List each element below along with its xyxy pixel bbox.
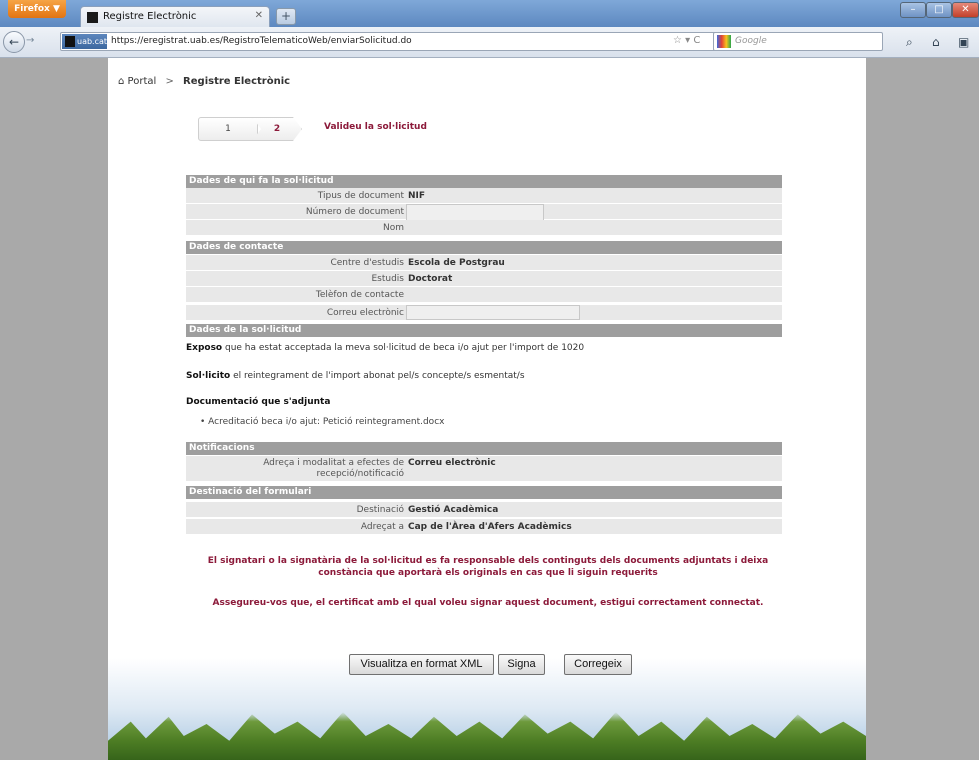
responsibility-warning: El signatari o la signatària de la sol·l… [168,555,808,579]
tab-title: Registre Electrònic [103,11,197,22]
value-centre-estudis: Escola de Postgrau [408,258,505,268]
bookmark-star-icon[interactable]: ☆ ▾ C [673,35,700,46]
label-destinacio: Destinació [356,505,404,515]
documentacio-title: Documentació que s'adjunta [186,397,331,407]
label-telefon: Telèfon de contacte [315,290,404,300]
section-header-destinacio: Destinació del formulari [186,486,782,499]
forward-arrow-icon[interactable]: → [26,35,34,46]
home-icon: ⌂ [118,76,125,87]
value-destinacio: Gestió Acadèmica [408,505,499,515]
section-header-contacte: Dades de contacte [186,241,782,254]
warning-line-2: constància que aportarà els originals en… [318,568,658,578]
warning-line-1: El signatari o la signatària de la sol·l… [207,556,769,566]
label-centre-estudis: Centre d'estudis [330,258,404,268]
firefox-menu-button[interactable]: Firefox ▼ [8,0,66,18]
view-xml-button[interactable]: Visualitza en format XML [349,654,494,675]
value-correu-field [406,305,580,320]
attachment-name: Acreditació beca i/o ajut: Petició reint… [208,417,445,427]
page-content: ⌂ Portal > Registre Electrònic 1 2 Valid… [108,58,866,760]
site-favicon-icon [87,12,98,23]
row-nom: Nom [186,220,782,236]
exposo-bold: Exposo [186,343,223,353]
step-2: 2 [252,117,302,141]
navigation-toolbar: ← → uab.cat https://eregistrat.uab.es/Re… [0,27,979,58]
row-adreca: Adreça i modalitat a efectes de recepció/… [186,456,782,482]
search-icon[interactable]: ⌕ [906,35,913,50]
home-icon[interactable]: ⌂ [932,35,940,49]
url-text[interactable]: https://eregistrat.uab.es/RegistroTelema… [111,36,412,46]
google-logo-icon [717,35,731,48]
row-adrecat: Adreçat a Cap de l'Àrea d'Afers Acadèmic… [186,519,782,535]
search-input[interactable]: Google [713,32,883,51]
wizard-steps: 1 2 [198,117,308,141]
addon-icon[interactable]: ▣ [958,35,969,49]
row-tipus-document: Tipus de document NIF [186,188,782,204]
row-centre-estudis: Centre d'estudis Escola de Postgrau [186,255,782,271]
label-nom: Nom [382,223,404,233]
label-tipus-document: Tipus de document [317,191,404,201]
site-identity-button[interactable]: uab.cat [62,34,107,49]
new-tab-button[interactable]: + [276,8,296,25]
correct-button[interactable]: Corregeix [564,654,632,675]
section-header-solicitud: Dades de la sol·licitud [186,324,782,337]
certificate-warning: Assegureu-vos que, el certificat amb el … [212,598,764,608]
sign-button[interactable]: Signa [498,654,545,675]
exposo-body: que ha estat acceptada la meva sol·licit… [222,343,585,353]
site-identity-label: uab.cat [77,37,108,46]
label-estudis: Estudis [371,274,404,284]
close-window-icon[interactable]: ✕ [952,2,979,18]
label-adreca-line2: recepció/notificació [316,469,404,479]
grass-decoration [108,712,866,760]
solicito-text: Sol·licito el reintegrament de l'import … [186,371,525,381]
minimize-icon[interactable]: – [900,2,926,18]
section-header-notificacions: Notificacions [186,442,782,455]
breadcrumb: ⌂ Portal > Registre Electrònic [118,76,290,87]
value-adrecat: Cap de l'Àrea d'Afers Acadèmics [408,522,572,532]
page-gutter-right [866,58,979,760]
value-adreca: Correu electrònic [408,458,496,468]
section-header-solicitant: Dades de qui fa la sol·licitud [186,175,782,188]
step-1: 1 [198,117,258,141]
back-arrow-icon[interactable]: ← [3,31,25,53]
breadcrumb-portal-link[interactable]: Portal [128,76,157,87]
row-numero-document: Número de document [186,204,782,233]
label-adreca-line1: Adreça i modalitat a efectes de [263,458,404,468]
browser-title-bar: Firefox ▼ Registre Electrònic ✕ + – □ ✕ [0,0,979,27]
browser-tab[interactable]: Registre Electrònic ✕ [80,6,270,27]
exposo-text: Exposo que ha estat acceptada la meva so… [186,343,584,353]
solicito-bold: Sol·licito [186,371,231,381]
row-destinacio: Destinació Gestió Acadèmica [186,502,782,518]
row-estudis: Estudis Doctorat [186,271,782,287]
value-tipus-document: NIF [408,191,426,201]
search-placeholder: Google [735,36,767,46]
breadcrumb-separator: > [165,76,174,87]
row-telefon: Telèfon de contacte [186,287,782,303]
url-bar[interactable]: uab.cat https://eregistrat.uab.es/Regist… [60,32,783,51]
label-adreca: Adreça i modalitat a efectes de recepció/… [186,458,404,480]
maximize-icon[interactable]: □ [926,2,952,18]
step-title: Valideu la sol·licitud [324,122,427,132]
attachment-list-item: • Acreditació beca i/o ajut: Petició rei… [200,417,445,427]
tab-close-icon[interactable]: ✕ [255,10,263,21]
row-correu: Correu electrònic [186,305,782,321]
site-identity-icon [65,36,75,47]
breadcrumb-current: Registre Electrònic [183,76,291,87]
solicito-body: el reintegrament de l'import abonat pel/… [230,371,525,381]
value-estudis: Doctorat [408,274,453,284]
label-adrecat: Adreçat a [360,522,404,532]
label-numero-document: Número de document [305,207,404,217]
label-correu: Correu electrònic [326,308,404,318]
